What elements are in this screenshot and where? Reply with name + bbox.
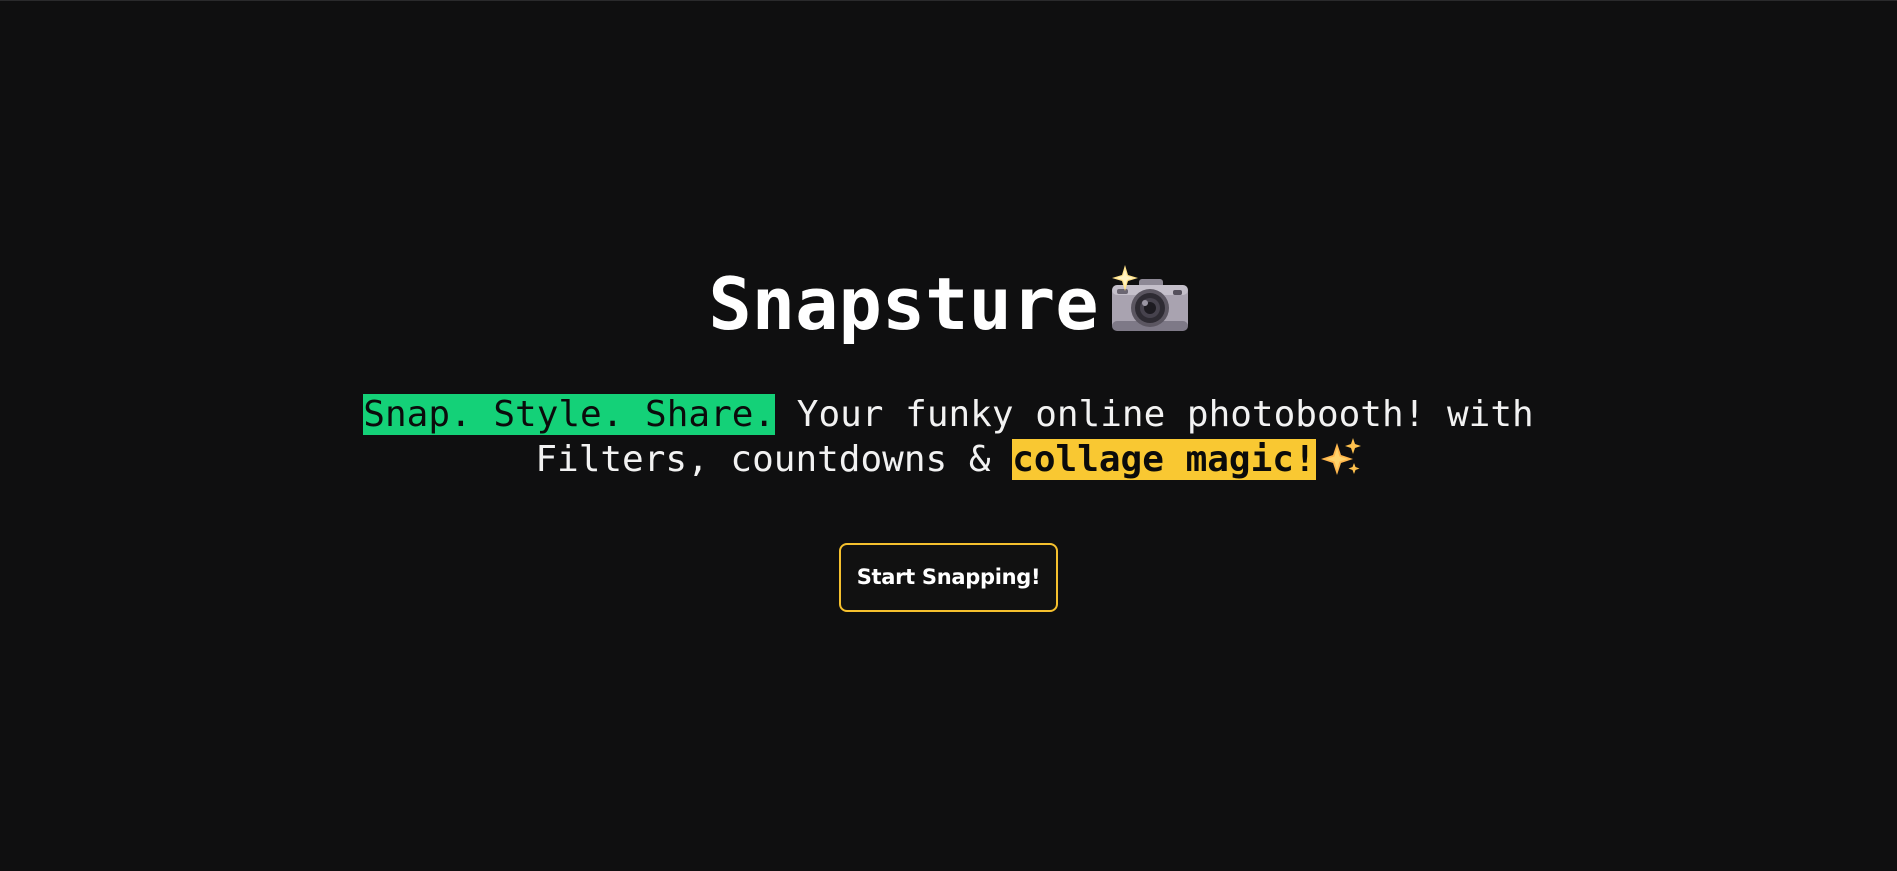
camera-with-flash-icon — [1109, 265, 1189, 335]
tagline-line-1: Snap. Style. Share. Your funky online ph… — [0, 392, 1897, 437]
start-snapping-button[interactable]: Start Snapping! — [839, 543, 1058, 612]
tagline-highlight-yellow: collage magic! — [1012, 439, 1316, 480]
sparkles-icon — [1320, 437, 1362, 477]
hero-section: Snapsture Snap. Style. Share. Your funky… — [0, 0, 1897, 871]
title-row: Snapsture — [0, 262, 1897, 346]
tagline-line-2: Filters, countdowns & collage magic! — [0, 437, 1897, 482]
app-title: Snapsture — [708, 262, 1099, 346]
tagline-highlight-green: Snap. Style. Share. — [363, 394, 776, 435]
tagline-line-2-text: Filters, countdowns & — [535, 439, 1013, 480]
tagline: Snap. Style. Share. Your funky online ph… — [0, 392, 1897, 482]
tagline-line-1-text: Your funky online photobooth! with — [775, 394, 1534, 435]
cta-container: Start Snapping! — [0, 543, 1897, 612]
